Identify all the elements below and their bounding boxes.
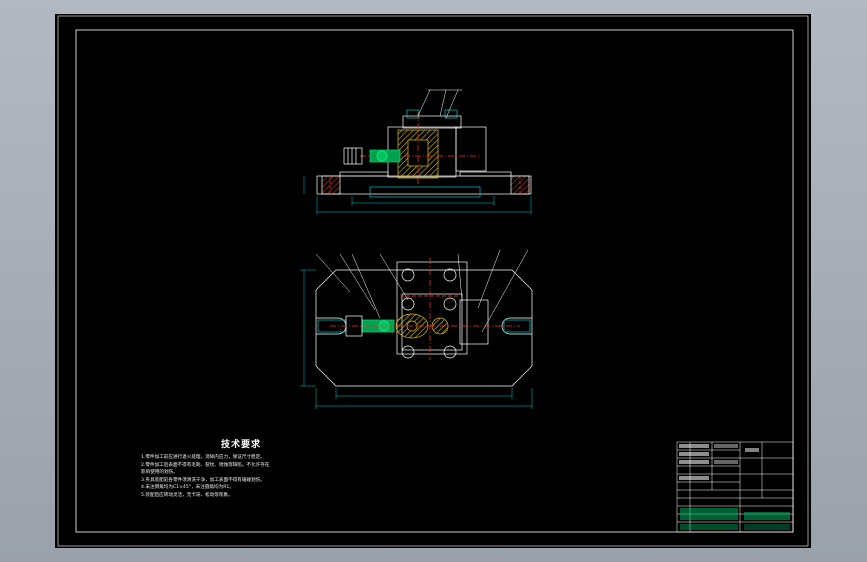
requirement-line: 2.零件加工后表面不得有毛刺、裂纹、锈蚀等缺陷，不允许存在	[141, 462, 270, 468]
front-view	[303, 89, 532, 215]
requirement-line: 5.装配后应转动灵活，无卡滞、松动等现象。	[141, 492, 233, 498]
requirement-line: 影响使用的划伤。	[141, 470, 178, 476]
technical-requirements-title: 技术要求	[220, 440, 261, 450]
top-view	[300, 249, 533, 409]
base-plate	[316, 175, 532, 195]
title-block	[676, 441, 794, 533]
clamp-knob	[376, 150, 388, 162]
requirement-line: 1.零件加工前应进行退火处理，消除内应力，保证尺寸稳定。	[141, 455, 265, 460]
technical-requirements: 技术要求 1.零件加工前应进行退火处理，消除内应力，保证尺寸稳定。 2.零件加工…	[141, 437, 341, 500]
requirement-line: 3.夹具装配前各零件须清洗干净，加工表面不得有磕碰划伤。	[141, 477, 265, 483]
cad-viewer-window: 技术要求 1.零件加工前应进行退火处理，消除内应力，保证尺寸稳定。 2.零件加工…	[0, 0, 867, 562]
requirement-line: 4.未注倒角均为C1×45°，未注圆角均为R1。	[141, 485, 234, 491]
clamp-body-top	[396, 261, 468, 355]
drawing-canvas	[57, 15, 809, 547]
